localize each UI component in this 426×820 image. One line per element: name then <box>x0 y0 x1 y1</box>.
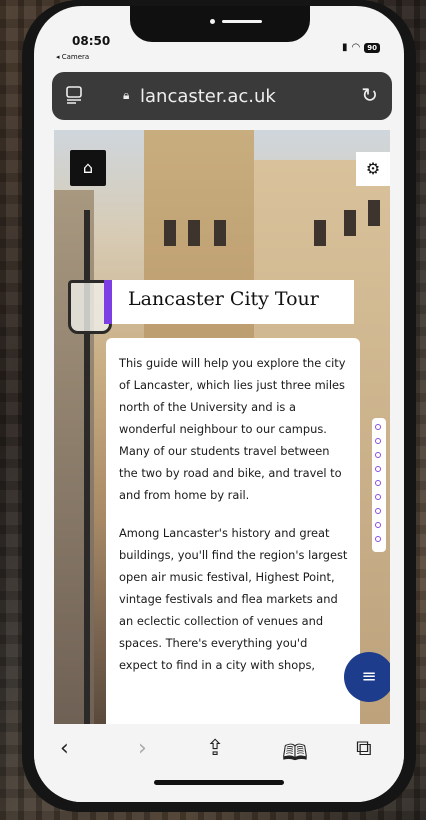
section-progress-nav[interactable] <box>372 418 386 552</box>
gear-icon: ⚙ <box>365 159 381 178</box>
signal-icon: ▮ <box>342 42 348 53</box>
chevron-left-icon[interactable]: ‹ <box>60 736 69 761</box>
phone-screen: 08:50 ◂ Camera ▮ ◠ 90 🔒︎ lancaster.ac.uk… <box>34 6 404 802</box>
book-icon[interactable]: 🕮︎ <box>282 736 308 774</box>
menu-button[interactable]: ≡ <box>344 652 390 702</box>
phone-frame: 08:50 ◂ Camera ▮ ◠ 90 🔒︎ lancaster.ac.uk… <box>22 0 416 812</box>
home-button[interactable]: ⌂ <box>70 150 106 186</box>
browser-toolbar: ‹ › ⇪ 🕮︎ ⧉ <box>34 724 404 802</box>
notch <box>130 6 310 42</box>
reload-icon[interactable]: ↻ <box>361 83 378 107</box>
wifi-icon: ◠ <box>351 42 361 53</box>
progress-dot[interactable] <box>375 424 381 430</box>
building-window <box>214 220 226 246</box>
web-content: ⌂ ⚙ Lancaster City Tour This guide will … <box>54 130 390 724</box>
menu-icon: ≡ <box>361 666 377 687</box>
progress-dot[interactable] <box>375 522 381 528</box>
intro-text-card: This guide will help you explore the cit… <box>106 338 360 724</box>
page-title: Lancaster City Tour <box>128 288 319 310</box>
status-icons: ▮ ◠ 90 <box>342 42 380 53</box>
page-title-box: Lancaster City Tour <box>104 280 354 324</box>
home-icon: ⌂ <box>82 158 94 177</box>
share-icon[interactable]: ⇪ <box>206 736 224 761</box>
camera-dot <box>210 19 215 24</box>
chevron-right-icon[interactable]: › <box>138 736 147 761</box>
progress-dot[interactable] <box>375 536 381 542</box>
progress-dot[interactable] <box>375 508 381 514</box>
building-window <box>188 220 200 246</box>
building-window <box>368 200 380 226</box>
url-text[interactable]: lancaster.ac.uk <box>140 86 276 107</box>
intro-paragraph: Among Lancaster's history and great buil… <box>119 526 348 672</box>
settings-button[interactable]: ⚙ <box>356 152 390 186</box>
building-window <box>164 220 176 246</box>
tabs-icon[interactable]: ⧉ <box>356 736 372 761</box>
progress-dot[interactable] <box>375 494 381 500</box>
progress-dot[interactable] <box>375 452 381 458</box>
building-window <box>314 220 326 246</box>
progress-dot[interactable] <box>375 480 381 486</box>
reader-icon[interactable] <box>66 86 82 104</box>
progress-dot[interactable] <box>375 438 381 444</box>
building-window <box>344 210 356 236</box>
progress-dot[interactable] <box>375 466 381 472</box>
battery-indicator: 90 <box>364 42 380 53</box>
intro-paragraph: This guide will help you explore the cit… <box>119 356 346 502</box>
address-bar[interactable]: 🔒︎ lancaster.ac.uk ↻ <box>52 72 392 120</box>
status-time: 08:50 <box>72 34 111 48</box>
lock-icon: 🔒︎ <box>123 88 130 102</box>
home-indicator[interactable] <box>154 780 284 785</box>
speaker-grille <box>222 20 262 23</box>
back-to-app-link[interactable]: ◂ Camera <box>56 53 89 61</box>
